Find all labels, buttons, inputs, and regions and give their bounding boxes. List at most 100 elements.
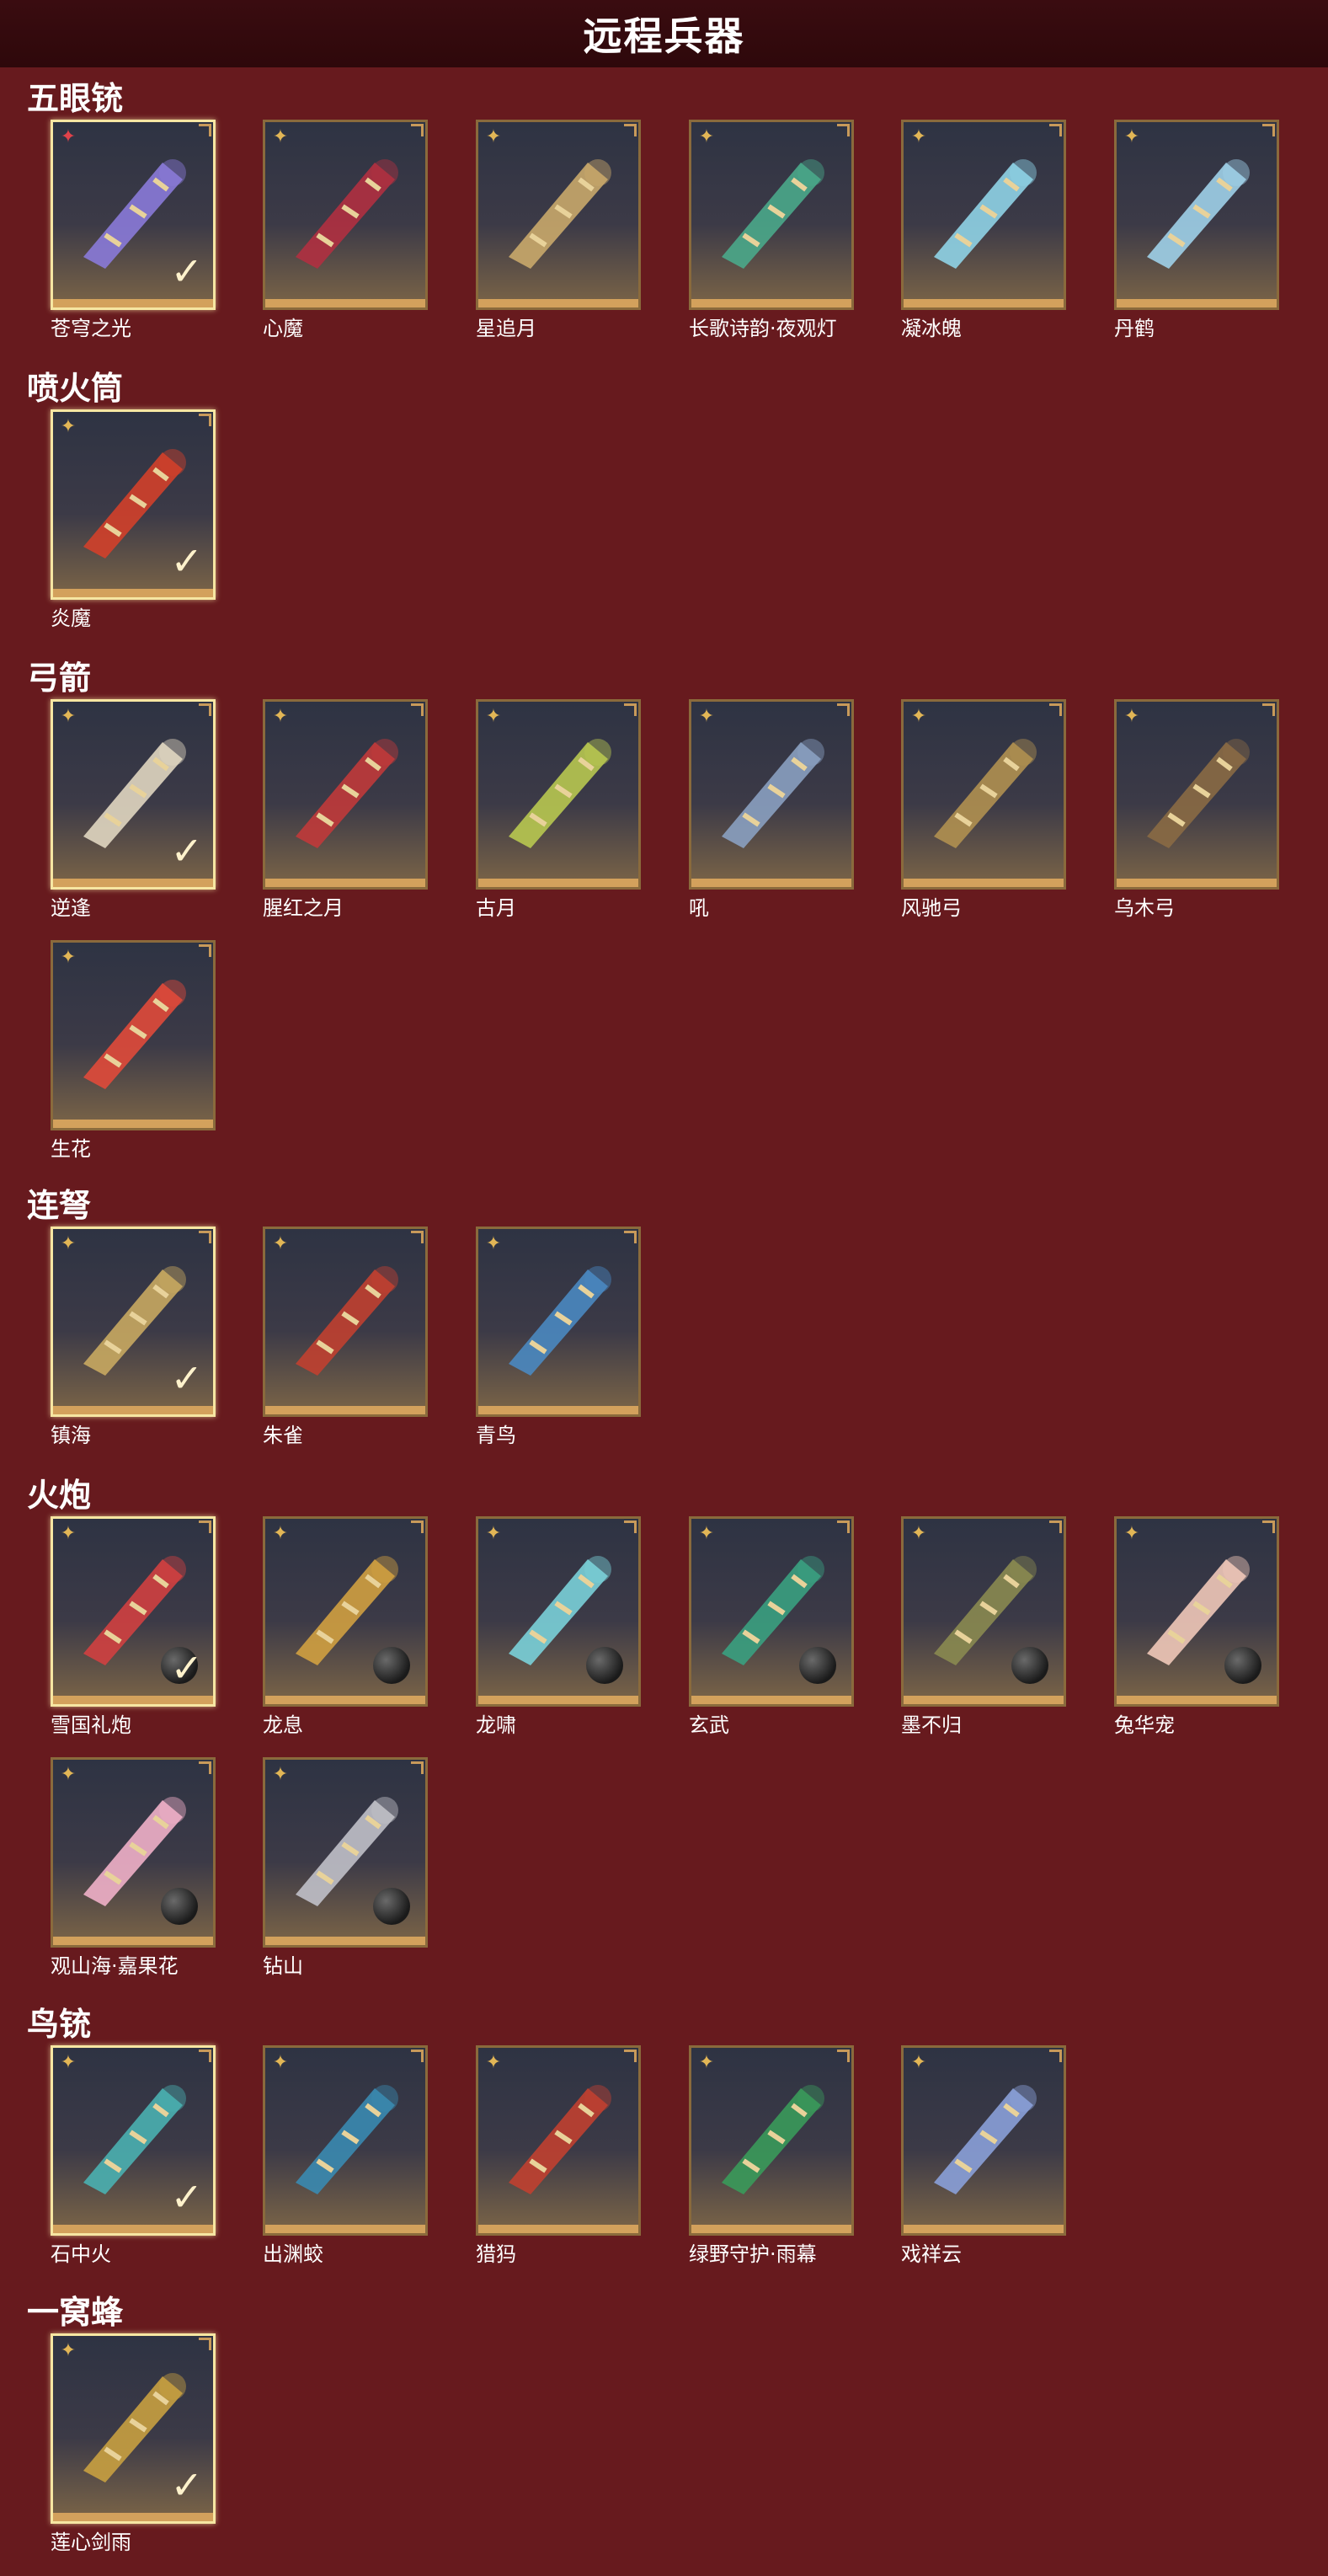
cannonball-icon: [799, 1647, 836, 1684]
weapon-thumbnail[interactable]: ✦: [476, 2045, 641, 2236]
weapon-card[interactable]: ✦ 猎犸: [476, 2045, 641, 2266]
weapon-thumbnail[interactable]: ✦ ✓: [51, 120, 216, 310]
corner-bracket-icon: [199, 1761, 211, 1774]
rarity-star-icon: ✦: [60, 947, 77, 968]
weapon-thumbnail[interactable]: ✦: [263, 1516, 428, 1707]
weapon-card[interactable]: ✦ 心魔: [263, 120, 428, 340]
weapon-card[interactable]: ✦ 乌木弓: [1114, 699, 1279, 920]
weapon-card[interactable]: ✦ ✓ 镇海: [51, 1227, 216, 1447]
weapon-thumbnail[interactable]: ✦: [263, 2045, 428, 2236]
weapon-name: 炎魔: [51, 607, 91, 630]
weapon-thumbnail[interactable]: ✦ ✓: [51, 2045, 216, 2236]
weapon-thumbnail[interactable]: ✦: [1114, 1516, 1279, 1707]
rarity-star-icon: ✦: [485, 1233, 502, 1254]
category-title: 连弩: [27, 1187, 92, 1224]
weapon-thumbnail[interactable]: ✦: [476, 699, 641, 890]
weapon-thumbnail[interactable]: ✦: [1114, 120, 1279, 310]
rarity-star-icon: ✦: [272, 706, 289, 727]
weapon-thumbnail[interactable]: ✦: [263, 120, 428, 310]
weapon-name: 苍穹之光: [51, 317, 131, 340]
weapon-thumbnail[interactable]: ✦: [689, 699, 854, 890]
weapon-thumbnail[interactable]: ✦: [51, 940, 216, 1130]
weapon-name: 龙啸: [476, 1713, 516, 1737]
corner-bracket-icon: [624, 124, 637, 136]
weapon-card[interactable]: ✦ 长歌诗韵·夜观灯: [689, 120, 854, 340]
rarity-star-icon: ✦: [698, 2052, 715, 2073]
cannonball-icon: [373, 1647, 410, 1684]
weapon-card[interactable]: ✦ 凝冰魄: [901, 120, 1066, 340]
selected-check-icon: ✓: [170, 2462, 203, 2508]
category-title: 一窝蜂: [27, 2294, 124, 2331]
weapon-card[interactable]: ✦ 风驰弓: [901, 699, 1066, 920]
weapon-card[interactable]: ✦ 朱雀: [263, 1227, 428, 1447]
weapon-thumbnail[interactable]: ✦ ✓: [51, 699, 216, 890]
weapon-name: 腥红之月: [263, 896, 344, 920]
weapon-card[interactable]: ✦ 出渊蛟: [263, 2045, 428, 2266]
weapon-thumbnail[interactable]: ✦: [689, 120, 854, 310]
weapon-thumbnail[interactable]: ✦: [901, 120, 1066, 310]
weapon-thumbnail[interactable]: ✦: [901, 1516, 1066, 1707]
weapon-thumbnail[interactable]: ✦: [263, 1757, 428, 1948]
weapon-thumbnail[interactable]: ✦ ✓: [51, 409, 216, 600]
weapon-thumbnail[interactable]: ✦ ✓: [51, 1227, 216, 1417]
weapon-thumbnail[interactable]: ✦: [476, 1516, 641, 1707]
weapon-card[interactable]: ✦ ✓ 莲心剑雨: [51, 2333, 216, 2554]
corner-bracket-icon: [837, 124, 850, 136]
rarity-star-icon: ✦: [60, 1764, 77, 1785]
weapon-card[interactable]: ✦ 兔华宠: [1114, 1516, 1279, 1737]
weapon-card[interactable]: ✦ ✓ 石中火: [51, 2045, 216, 2266]
weapon-name: 长歌诗韵·夜观灯: [689, 317, 837, 340]
weapon-art-icon: [296, 2085, 398, 2194]
weapon-thumbnail[interactable]: ✦: [263, 699, 428, 890]
weapon-thumbnail[interactable]: ✦ ✓: [51, 1516, 216, 1707]
weapon-thumbnail[interactable]: ✦ ✓: [51, 2333, 216, 2524]
rarity-star-icon: ✦: [485, 706, 502, 727]
corner-bracket-icon: [624, 1231, 637, 1243]
weapon-card[interactable]: ✦ 观山海·嘉果花: [51, 1757, 216, 1978]
weapon-name: 逆逢: [51, 896, 91, 920]
weapon-card[interactable]: ✦ 丹鹤: [1114, 120, 1279, 340]
weapon-card[interactable]: ✦ 生花: [51, 940, 216, 1161]
weapon-art-icon: [934, 2085, 1037, 2194]
weapon-card[interactable]: ✦ 绿野守护·雨幕: [689, 2045, 854, 2266]
weapon-thumbnail[interactable]: ✦: [901, 2045, 1066, 2236]
weapon-art-icon: [296, 739, 398, 848]
cannonball-icon: [1011, 1647, 1048, 1684]
weapon-card[interactable]: ✦ 腥红之月: [263, 699, 428, 920]
weapon-card[interactable]: ✦ ✓ 逆逢: [51, 699, 216, 920]
weapon-card[interactable]: ✦ 戏祥云: [901, 2045, 1066, 2266]
weapon-thumbnail[interactable]: ✦: [476, 1227, 641, 1417]
weapon-card[interactable]: ✦ 古月: [476, 699, 641, 920]
weapon-name: 青鸟: [476, 1424, 516, 1447]
weapon-card[interactable]: ✦ 龙啸: [476, 1516, 641, 1737]
corner-bracket-icon: [199, 124, 211, 136]
weapon-name: 玄武: [689, 1713, 729, 1737]
weapon-name: 镇海: [51, 1424, 91, 1447]
weapon-card[interactable]: ✦ ✓ 雪国礼炮: [51, 1516, 216, 1737]
weapon-card[interactable]: ✦ 星追月: [476, 120, 641, 340]
weapon-card[interactable]: ✦ 青鸟: [476, 1227, 641, 1447]
weapon-card[interactable]: ✦ 墨不归: [901, 1516, 1066, 1737]
weapon-thumbnail[interactable]: ✦: [51, 1757, 216, 1948]
weapon-card[interactable]: ✦ ✓ 苍穹之光: [51, 120, 216, 340]
weapon-thumbnail[interactable]: ✦: [1114, 699, 1279, 890]
weapon-card[interactable]: ✦ 钻山: [263, 1757, 428, 1978]
weapon-thumbnail[interactable]: ✦: [689, 1516, 854, 1707]
rarity-star-icon: ✦: [272, 1523, 289, 1544]
weapon-card[interactable]: ✦ 吼: [689, 699, 854, 920]
weapon-thumbnail[interactable]: ✦: [689, 2045, 854, 2236]
rarity-star-icon: ✦: [60, 706, 77, 727]
rarity-star-icon: ✦: [272, 126, 289, 147]
rarity-star-icon: ✦: [910, 706, 927, 727]
weapon-card[interactable]: ✦ 龙息: [263, 1516, 428, 1737]
weapon-art-icon: [509, 159, 611, 269]
corner-bracket-icon: [411, 1761, 424, 1774]
weapon-thumbnail[interactable]: ✦: [263, 1227, 428, 1417]
weapon-card[interactable]: ✦ 玄武: [689, 1516, 854, 1737]
weapon-thumbnail[interactable]: ✦: [476, 120, 641, 310]
weapon-card[interactable]: ✦ ✓ 炎魔: [51, 409, 216, 630]
weapon-thumbnail[interactable]: ✦: [901, 699, 1066, 890]
weapon-art-icon: [722, 739, 824, 848]
corner-bracket-icon: [837, 1520, 850, 1533]
weapon-name: 绿野守护·雨幕: [689, 2242, 817, 2266]
